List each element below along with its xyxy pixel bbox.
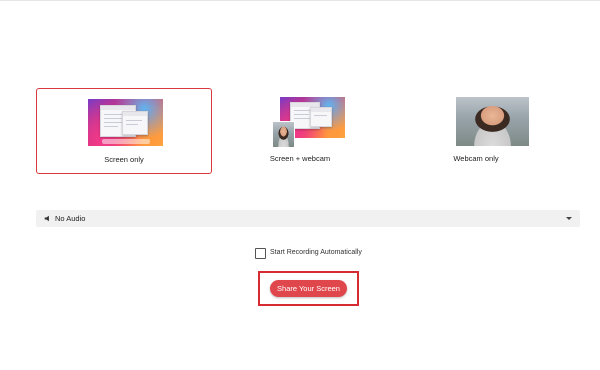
window-icon xyxy=(310,107,332,127)
auto-record-label: Start Recording Automatically xyxy=(270,249,362,256)
webcam-thumbnail xyxy=(272,121,295,148)
webcam-thumbnail xyxy=(456,97,529,146)
option-label: Screen only xyxy=(104,155,144,164)
option-screen-webcam[interactable]: Screen + webcam xyxy=(212,88,388,174)
option-label: Webcam only xyxy=(453,154,499,163)
chevron-down-icon[interactable] xyxy=(566,217,572,220)
option-screen-only[interactable]: Screen only xyxy=(36,88,212,174)
option-webcam-only[interactable]: Webcam only xyxy=(388,88,564,174)
share-screen-button[interactable]: Share Your Screen xyxy=(270,280,347,297)
audio-select-value: No Audio xyxy=(55,214,86,223)
audio-select[interactable]: No Audio xyxy=(36,210,580,227)
dock-icon xyxy=(101,139,150,144)
option-label: Screen + webcam xyxy=(269,154,331,163)
speaker-icon xyxy=(44,215,49,222)
top-divider xyxy=(0,0,600,1)
window-icon xyxy=(122,111,148,135)
auto-record-checkbox[interactable] xyxy=(255,248,266,259)
screen-thumbnail xyxy=(88,99,163,146)
